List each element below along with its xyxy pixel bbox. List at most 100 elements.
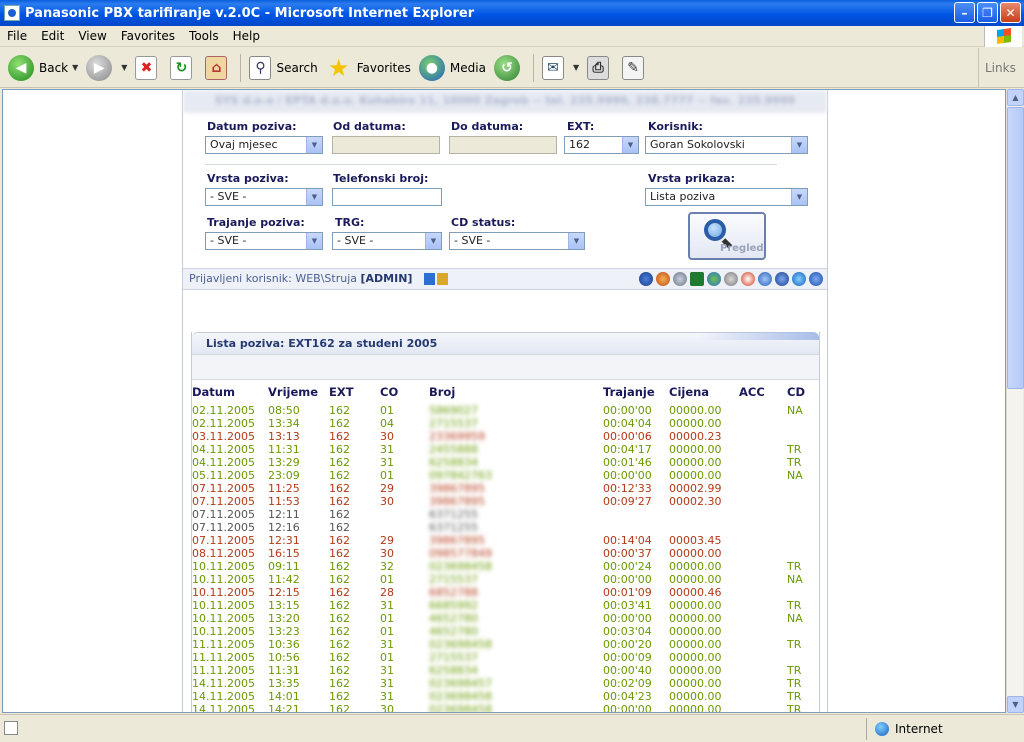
home-button[interactable]: ⌂ (205, 52, 232, 84)
forward-button[interactable]: ▶ ▼ (86, 52, 127, 84)
home-icon[interactable] (656, 272, 670, 286)
korisnik-select[interactable]: Goran Sokolovski ▼ (645, 136, 808, 154)
mail-button[interactable]: ✉ ▼ (541, 52, 579, 84)
col-vrijeme[interactable]: Vrijeme (268, 380, 329, 404)
menu-favorites[interactable]: Favorites (114, 29, 182, 43)
media-button[interactable]: ● Media (418, 52, 486, 84)
col-acc[interactable]: ACC (739, 380, 787, 404)
back-dropdown-icon[interactable]: ▼ (72, 63, 78, 72)
cell-vrijeme: 12:31 (268, 534, 300, 547)
trg-select[interactable]: - SVE - ▼ (332, 232, 442, 250)
col-co[interactable]: CO (380, 380, 429, 404)
database-icon[interactable] (775, 272, 789, 286)
cell-cijena: 00000.00 (669, 443, 722, 456)
cell-acc (739, 651, 787, 664)
cell-ext: 162 (329, 690, 350, 703)
printer-icon[interactable] (673, 272, 687, 286)
excel-icon[interactable] (690, 272, 704, 286)
maximize-button[interactable]: ❐ (977, 2, 998, 23)
table-row: 11.11.2005 10:56 162 01 2715537 00:00'09 00000… (192, 651, 819, 664)
telefonski-broj-input[interactable] (332, 188, 442, 206)
cell-broj: 2455888 (429, 443, 478, 456)
filter-divider (205, 164, 777, 165)
cell-trajanje: 00:04'04 (603, 417, 652, 430)
ext-select[interactable]: 162 ▼ (564, 136, 639, 154)
toolbar-separator (532, 53, 534, 82)
cell-cd: NA (787, 612, 803, 625)
cell-cijena: 00000.00 (669, 612, 722, 625)
star-icon: ★ (327, 53, 350, 82)
cell-broj: 6258834 (429, 456, 478, 469)
edit-button[interactable]: ✎ (622, 52, 649, 84)
clock-icon[interactable] (741, 272, 755, 286)
cell-trajanje: 00:01'46 (603, 456, 652, 469)
links-button[interactable]: Links (978, 48, 1024, 88)
cd-status-select[interactable]: - SVE - ▼ (449, 232, 585, 250)
do-datuma-input[interactable] (449, 136, 557, 154)
col-datum[interactable]: Datum (192, 380, 268, 404)
menu-bar: File Edit View Favorites Tools Help (0, 26, 1024, 47)
cell-cd (787, 534, 819, 547)
cell-cijena: 00003.45 (669, 534, 722, 547)
cell-broj: 098577849 (429, 547, 492, 560)
help-icon[interactable] (809, 272, 823, 286)
refresh-button[interactable]: ↻ (170, 52, 197, 84)
stop-button[interactable]: ✖ (135, 52, 162, 84)
globe-icon[interactable] (792, 272, 806, 286)
cell-datum: 02.11.2005 (192, 417, 255, 430)
cell-co: 01 (380, 573, 394, 586)
menu-help[interactable]: Help (226, 29, 267, 43)
pregled-button[interactable]: Pregled (688, 212, 766, 260)
cell-vrijeme: 13:20 (268, 612, 300, 625)
favorites-button[interactable]: ★ Favorites (326, 52, 411, 84)
col-cijena[interactable]: Cijena (669, 380, 739, 404)
vertical-scrollbar[interactable]: ▲ ▼ (1006, 89, 1024, 713)
menu-edit[interactable]: Edit (34, 29, 71, 43)
menu-view[interactable]: View (71, 29, 113, 43)
cell-cd (787, 651, 819, 664)
home-icon: ⌂ (205, 55, 228, 80)
settings-icon[interactable] (724, 272, 738, 286)
print-button[interactable]: ⎙ (587, 52, 614, 84)
scroll-up-button[interactable]: ▲ (1007, 89, 1024, 106)
menu-tools[interactable]: Tools (182, 29, 226, 43)
copy-icon[interactable] (758, 272, 772, 286)
vrsta-poziva-select[interactable]: - SVE - ▼ (205, 188, 323, 206)
col-trajanje[interactable]: Trajanje (603, 380, 669, 404)
forward-dropdown-icon[interactable]: ▼ (121, 63, 127, 72)
vrsta-prikaza-select[interactable]: Lista poziva ▼ (645, 188, 808, 206)
search-button[interactable]: ⚲ Search (249, 52, 318, 84)
col-cd[interactable]: CD (787, 380, 819, 404)
col-broj[interactable]: Broj (429, 380, 603, 404)
history-button[interactable]: ↺ (493, 52, 525, 84)
cell-vrijeme: 23:09 (268, 469, 300, 482)
cell-cd (787, 508, 819, 521)
users-icon[interactable] (707, 272, 721, 286)
close-button[interactable]: ✕ (1000, 2, 1021, 23)
cell-broj: 4652780 (429, 625, 478, 638)
cell-trajanje: 00:02'09 (603, 677, 652, 690)
menu-file[interactable]: File (0, 29, 34, 43)
trajanje-poziva-select[interactable]: - SVE - ▼ (205, 232, 323, 250)
favorites-label: Favorites (356, 60, 411, 75)
scroll-down-button[interactable]: ▼ (1007, 696, 1024, 713)
cell-broj: 6371255 (429, 508, 478, 521)
cell-trajanje: 00:00'40 (603, 664, 652, 677)
chevron-down-icon: ▼ (306, 189, 322, 205)
back-button[interactable]: ◀ Back ▼ (8, 52, 78, 84)
trajanje-poziva-label: Trajanje poziva: (207, 216, 305, 229)
cell-broj: 023698458 (429, 703, 492, 713)
keys-icon[interactable] (423, 273, 448, 285)
vrsta-prikaza-label: Vrsta prikaza: (648, 172, 736, 185)
col-ext[interactable]: EXT (329, 380, 380, 404)
cell-ext: 162 (329, 443, 350, 456)
cell-broj: 6685992 (429, 599, 478, 612)
search-icon[interactable] (639, 272, 653, 286)
datum-poziva-select[interactable]: Ovaj mjesec ▼ (205, 136, 323, 154)
minimize-button[interactable]: – (954, 2, 975, 23)
od-datuma-input[interactable] (332, 136, 440, 154)
mail-dropdown-icon[interactable]: ▼ (573, 63, 579, 72)
scroll-thumb[interactable] (1007, 107, 1024, 389)
cell-ext: 162 (329, 677, 350, 690)
cell-broj: 39867895 (429, 534, 485, 547)
